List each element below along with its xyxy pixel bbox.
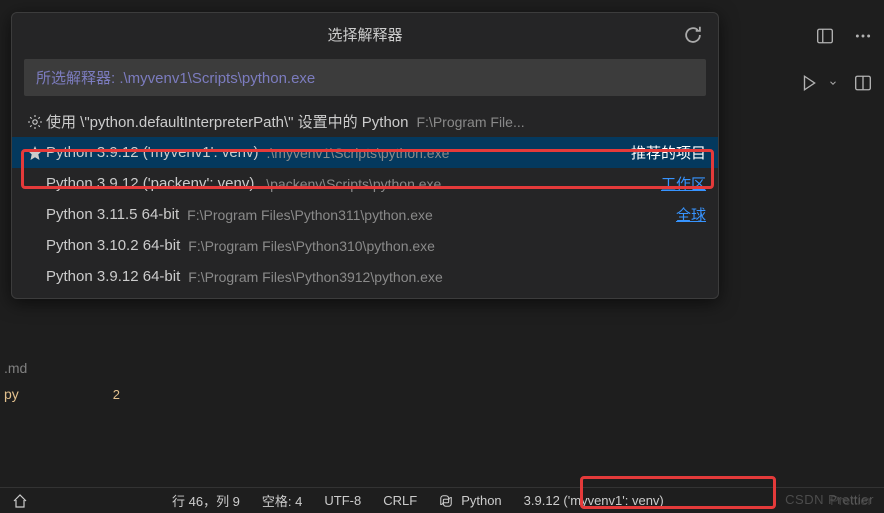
- option-desc: F:\Program File...: [416, 114, 706, 130]
- file-row[interactable]: .md: [0, 355, 130, 381]
- status-eol[interactable]: CRLF: [379, 493, 421, 508]
- status-language[interactable]: Python: [435, 493, 505, 508]
- file-row[interactable]: py 2: [0, 381, 130, 407]
- option-label: Python 3.10.2 64-bit: [46, 237, 180, 254]
- picker-title-bar: 选择解释器: [12, 13, 718, 55]
- status-spaces[interactable]: 空格: 4: [258, 491, 306, 510]
- option-label: Python 3.11.5 64-bit: [46, 206, 179, 223]
- picker-title: 选择解释器: [327, 24, 402, 45]
- status-bar: 行 46，列 9 空格: 4 UTF-8 CRLF Python 3.9.12 …: [0, 487, 884, 513]
- file-ext: .md: [4, 360, 27, 376]
- interpreter-picker: 选择解释器 使用 \"python.defaultInterpreterPath…: [11, 12, 719, 299]
- interpreter-option[interactable]: Python 3.9.12 ('myvenv1': venv) .\myvenv1…: [12, 137, 718, 168]
- file-ext: py: [4, 386, 19, 402]
- option-desc: F:\Program Files\Python311\python.exe: [187, 207, 666, 223]
- interpreter-option[interactable]: Python 3.10.2 64-bit F:\Program Files\Pyt…: [12, 230, 718, 261]
- interpreter-option[interactable]: Python 3.9.12 64-bit F:\Program Files\Pyt…: [12, 261, 718, 292]
- interpreter-option[interactable]: Python 3.9.12 ('packenv': venv) .\packenv…: [12, 168, 718, 199]
- gear-icon: [24, 114, 46, 130]
- interpreter-option[interactable]: 使用 \"python.defaultInterpreterPath\" 设置中…: [12, 106, 718, 137]
- refresh-icon[interactable]: [680, 22, 706, 48]
- run-icon[interactable]: [796, 70, 822, 96]
- interpreter-list: 使用 \"python.defaultInterpreterPath\" 设置中…: [12, 106, 718, 292]
- star-icon: [24, 145, 46, 161]
- more-icon[interactable]: [850, 23, 876, 49]
- status-interpreter[interactable]: 3.9.12 ('myvenv1': venv): [520, 493, 668, 508]
- editor-actions-2: [796, 70, 876, 96]
- option-tag[interactable]: 全球: [666, 204, 706, 225]
- split-editor-icon[interactable]: [850, 70, 876, 96]
- option-label: Python 3.9.12 ('myvenv1': venv): [46, 144, 259, 161]
- option-desc: .\packenv\Scripts\python.exe: [262, 176, 651, 192]
- option-label: 使用 \"python.defaultInterpreterPath\" 设置中…: [46, 111, 408, 132]
- option-label: Python 3.9.12 ('packenv': venv): [46, 175, 254, 192]
- interpreter-path-input[interactable]: [24, 59, 706, 96]
- option-desc: .\myvenv1\Scripts\python.exe: [267, 145, 621, 161]
- explorer-snippet: .md py 2: [0, 355, 130, 407]
- option-tag[interactable]: 工作区: [651, 173, 706, 194]
- option-desc: F:\Program Files\Python310\python.exe: [188, 238, 706, 254]
- run-chevron-icon[interactable]: [828, 78, 838, 88]
- layout-sidebar-icon[interactable]: [812, 23, 838, 49]
- editor-actions: [812, 23, 876, 49]
- option-desc: F:\Program Files\Python3912\python.exe: [188, 269, 706, 285]
- home-icon[interactable]: [8, 493, 32, 509]
- status-cursor[interactable]: 行 46，列 9: [168, 491, 244, 510]
- status-encoding[interactable]: UTF-8: [320, 493, 365, 508]
- interpreter-option[interactable]: Python 3.11.5 64-bit F:\Program Files\Pyt…: [12, 199, 718, 230]
- option-tag: 推荐的项目: [621, 142, 706, 163]
- status-prettier[interactable]: Prettier: [826, 493, 876, 508]
- option-label: Python 3.9.12 64-bit: [46, 268, 180, 285]
- file-badge: 2: [113, 387, 120, 402]
